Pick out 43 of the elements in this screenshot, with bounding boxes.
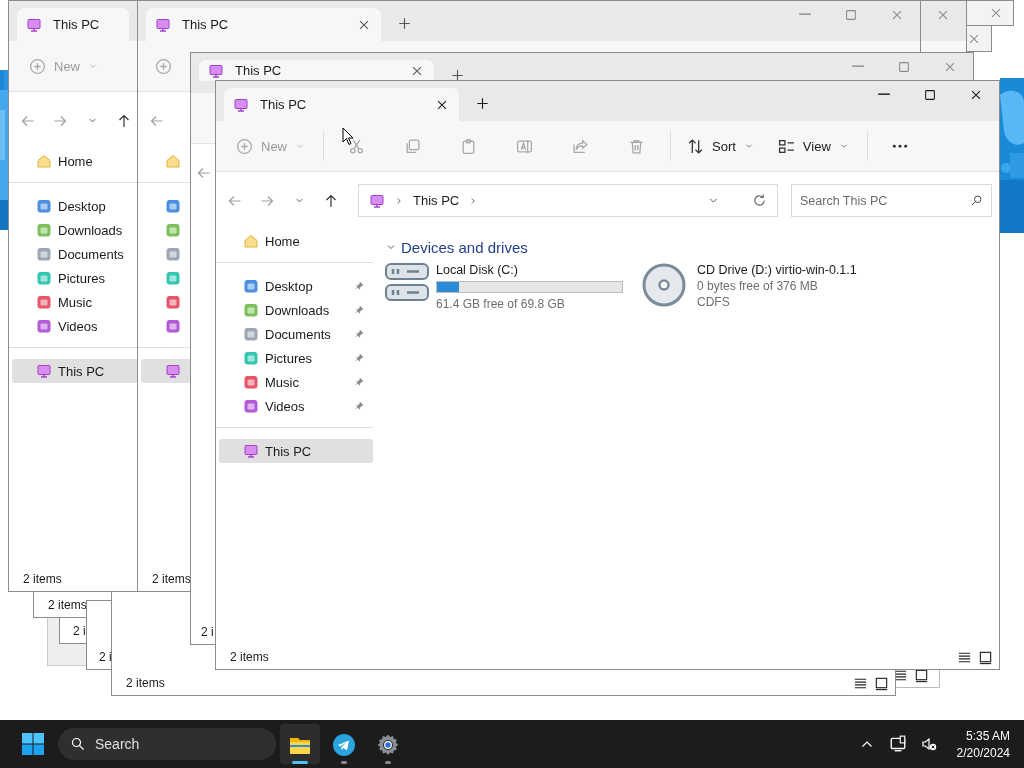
status-text: 2 items [23, 572, 62, 586]
sidebar-item[interactable]: Music [12, 290, 138, 314]
status-text: 2 items [48, 598, 87, 612]
section-header[interactable]: Devices and drives [401, 238, 528, 256]
drive-name: CD Drive (D:) virtio-win-0.1.1 [697, 263, 857, 277]
sidebar-item[interactable]: Home [219, 229, 373, 253]
sidebar-item[interactable]: Pictures [12, 266, 138, 290]
sidebar-item[interactable]: Pictures [219, 346, 373, 370]
tab[interactable]: This PC [224, 88, 459, 121]
tab[interactable]: This PC [17, 8, 129, 41]
sidebar-item[interactable]: Downloads [219, 298, 373, 322]
status-text: 2 items [126, 676, 165, 690]
search-field[interactable]: Search This PC [791, 184, 992, 217]
status-text: 2 i [73, 624, 86, 638]
breadcrumb[interactable]: This PC [413, 193, 460, 208]
view-button[interactable]: View [769, 128, 857, 164]
sidebar-item[interactable]: Desktop [12, 194, 138, 218]
status-text: 2 items [230, 650, 269, 664]
drive-detail: 61.4 GB free of 69.8 GB [436, 297, 566, 311]
file-system-label: CDFS [697, 295, 731, 309]
drive-item[interactable]: Local Disk (C:) 61.4 GB free of 69.8 GB [385, 261, 623, 311]
sidebar-item[interactable]: Desktop [219, 274, 373, 298]
sidebar-item[interactable]: This PC [219, 439, 373, 463]
drive-name: Local Disk (C:) [436, 263, 519, 277]
drive-detail: 0 bytes free of 376 MB [697, 279, 819, 293]
sidebar-item[interactable]: Downloads [12, 218, 138, 242]
address-bar[interactable]: This PC [358, 184, 778, 217]
tab[interactable]: This PC [199, 60, 434, 81]
sidebar-item[interactable]: Music [219, 370, 373, 394]
status-text: 2 i [201, 625, 214, 639]
sort-button[interactable]: Sort [679, 128, 762, 164]
status-text: 2 i [99, 650, 112, 664]
sidebar-item[interactable]: Documents [219, 322, 373, 346]
sidebar-item[interactable]: Home [12, 149, 138, 173]
search-field[interactable]: Search [58, 728, 276, 760]
tab[interactable]: This PC [146, 8, 381, 41]
sidebar-item[interactable]: This PC [12, 359, 138, 383]
sidebar-item[interactable]: Videos [12, 314, 138, 338]
status-text: 2 items [152, 572, 191, 586]
sidebar-item[interactable]: Videos [219, 394, 373, 418]
clock[interactable]: 5:35 AM 2/20/2024 [956, 728, 1010, 760]
sidebar-item[interactable]: Documents [12, 242, 138, 266]
drive-item[interactable]: CD Drive (D:) virtio-win-0.1.1 0 bytes free of 376 MB CDFS [639, 261, 919, 311]
